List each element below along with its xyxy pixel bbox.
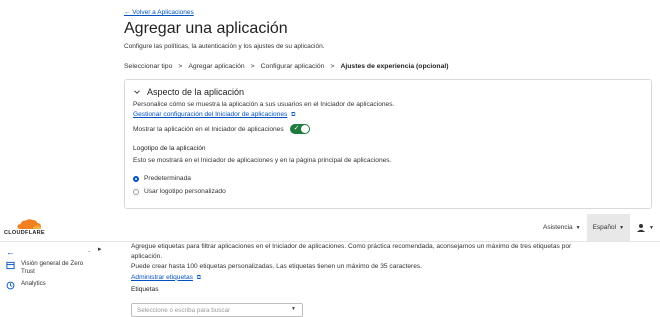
- grid-icon: [6, 261, 15, 270]
- tags-description-cont: aplicación.: [131, 252, 163, 260]
- launcher-toggle-row: Mostrar la aplicación en el Iniciador de…: [133, 124, 310, 134]
- radio-button-selected[interactable]: [133, 175, 139, 182]
- radio-label: Predeterminada: [144, 175, 191, 182]
- chevron-down-icon[interactable]: [133, 88, 141, 96]
- dot-icon: .: [88, 245, 91, 254]
- sidebar-item-label: Analytics: [21, 280, 46, 287]
- user-icon: [637, 223, 646, 232]
- tags-field-label: Etiquetas: [131, 286, 159, 293]
- check-icon: ✓: [293, 125, 300, 132]
- breadcrumb-steps: Seleccionar tipo > Agregar aplicación > …: [124, 63, 449, 70]
- step-separator: >: [250, 63, 255, 70]
- nav-right: Asistencia ▼ Español ▼ ▼: [537, 214, 660, 241]
- app-appearance-card: Aspecto de la aplicación Personalice cóm…: [124, 79, 652, 209]
- logo-description: Esto se mostrará en el Iniciador de apli…: [133, 157, 392, 164]
- step-select-type: Seleccionar tipo: [124, 63, 173, 70]
- cloud-icon: [17, 219, 41, 229]
- step-separator: >: [330, 63, 335, 70]
- step-configure-application: Configurar aplicación: [260, 63, 325, 70]
- top-nav-bar: CLOUDFLARE Asistencia ▼ Español ▼ ▼: [0, 214, 660, 242]
- step-add-application: Agregar aplicación: [188, 63, 245, 70]
- radio-button[interactable]: [133, 188, 139, 195]
- back-to-applications-link[interactable]: ← Volver a Aplicaciones: [124, 9, 194, 16]
- cloudflare-logo[interactable]: CLOUDFLARE: [4, 217, 54, 239]
- user-menu[interactable]: ▼: [630, 214, 660, 241]
- caret-down-icon: ▼: [291, 306, 296, 312]
- step-separator: >: [178, 63, 183, 70]
- radio-default[interactable]: Predeterminada: [133, 175, 191, 182]
- back-arrow-icon[interactable]: ←: [6, 247, 15, 257]
- sidebar-item-label: Visión general de Zero Trust: [21, 260, 84, 275]
- sidebar-item-analytics[interactable]: Analytics: [6, 280, 46, 290]
- card-description: Personalice cómo se muestra la aplicació…: [133, 101, 395, 108]
- step-experience-settings: Ajustes de experiencia (opcional): [340, 63, 449, 70]
- tags-select[interactable]: Seleccione o escriba para buscar ▼: [131, 303, 303, 317]
- page-title: Agregar una aplicación: [124, 20, 288, 37]
- show-in-launcher-toggle[interactable]: ✓: [289, 124, 310, 134]
- clock-icon: [6, 281, 15, 290]
- card-header[interactable]: Aspecto de la aplicación: [133, 87, 244, 97]
- radio-custom-logo[interactable]: Usar logotipo personalizado: [133, 188, 226, 195]
- sidebar-item-overview[interactable]: Visión general de Zero Trust: [6, 260, 91, 275]
- sidebar: ← . ▸ Visión general de Zero Trust Analy…: [0, 242, 120, 314]
- external-link-icon: ⧉: [196, 274, 202, 281]
- card-title: Aspecto de la aplicación: [147, 87, 245, 97]
- toggle-knob: [300, 125, 309, 133]
- radio-label: Usar logotipo personalizado: [144, 188, 226, 195]
- tags-description: Agregue etiquetas para filtrar aplicacio…: [131, 243, 572, 250]
- language-label: Español: [592, 224, 617, 231]
- toggle-label: Mostrar la aplicación en el Iniciador de…: [133, 125, 284, 133]
- tags-limit-text: Puede crear hasta 100 etiquetas personal…: [131, 263, 423, 270]
- caret-down-icon: ▼: [575, 224, 581, 231]
- tags-select-placeholder: Seleccione o escriba para buscar: [137, 307, 231, 314]
- page-subtitle: Configure las políticas, la autenticació…: [124, 43, 325, 50]
- logo-heading: Logotipo de la aplicación: [133, 145, 206, 152]
- caret-down-icon: ▼: [649, 224, 654, 231]
- support-label: Asistencia: [543, 224, 573, 231]
- caret-down-icon: ▼: [619, 224, 625, 231]
- support-menu[interactable]: Asistencia ▼: [537, 214, 587, 241]
- manage-launcher-link[interactable]: Gestionar configuración del Iniciador de…: [133, 111, 287, 118]
- language-menu[interactable]: Español ▼: [586, 214, 631, 241]
- logo-text: CLOUDFLARE: [4, 230, 45, 236]
- manage-tags-link[interactable]: Administrar etiquetas: [131, 274, 193, 281]
- tags-section: Agregue etiquetas para filtrar aplicacio…: [131, 242, 651, 293]
- external-link-icon: ⧉: [291, 112, 296, 118]
- chevron-right-icon[interactable]: ▸: [98, 245, 102, 253]
